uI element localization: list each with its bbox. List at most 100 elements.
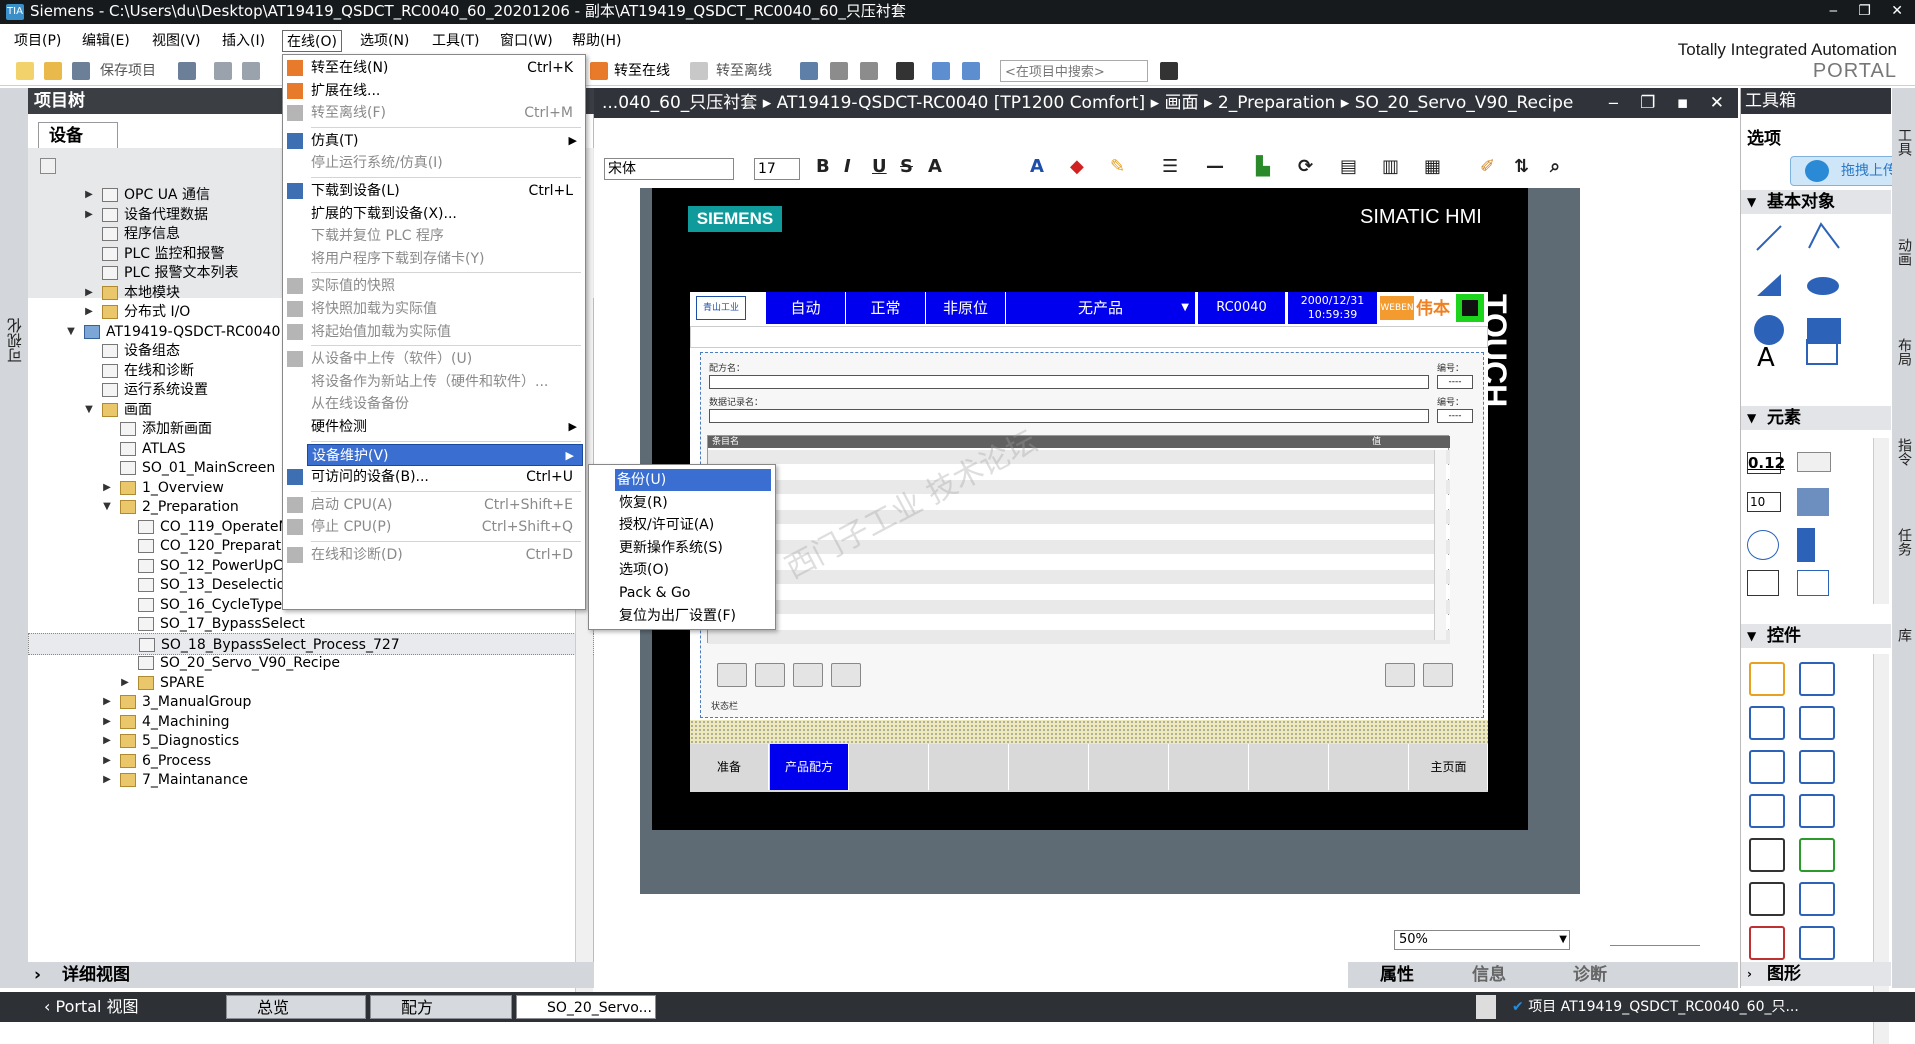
new-record-button[interactable] bbox=[717, 663, 747, 687]
menu-help[interactable]: 帮助(H) bbox=[568, 30, 625, 52]
distribute-icon[interactable]: ▤ bbox=[1340, 156, 1357, 177]
menu-edit[interactable]: 编辑(E) bbox=[78, 30, 134, 52]
cut-icon[interactable] bbox=[214, 62, 232, 80]
nav-empty-button[interactable] bbox=[1010, 744, 1089, 790]
button-tool[interactable] bbox=[1797, 452, 1831, 472]
table-row[interactable] bbox=[708, 585, 1450, 599]
online-menu-item[interactable]: 将用户程序下载到存储卡(Y) bbox=[283, 248, 585, 270]
table-view-tool[interactable] bbox=[1799, 926, 1835, 960]
line-color-icon[interactable]: ✎ bbox=[1110, 156, 1125, 177]
table-row[interactable] bbox=[708, 450, 1450, 464]
elements-scrollbar[interactable] bbox=[1873, 438, 1889, 604]
split-vertical-icon[interactable] bbox=[962, 62, 980, 80]
write-to-plc-button[interactable] bbox=[1423, 663, 1453, 687]
graphic-io-tool[interactable] bbox=[1797, 488, 1829, 516]
task-tab-layout[interactable]: 布局 bbox=[1894, 338, 1914, 366]
go-offline-button[interactable]: 转至离线 bbox=[716, 60, 772, 82]
task-tab-library[interactable]: 库 bbox=[1894, 628, 1914, 642]
zoom-icon[interactable]: ⌕ bbox=[1550, 156, 1560, 177]
search-icon[interactable] bbox=[1160, 62, 1178, 80]
table-row[interactable] bbox=[708, 630, 1450, 644]
zoom-slider[interactable] bbox=[1610, 934, 1700, 946]
table-row[interactable] bbox=[708, 465, 1450, 479]
info-tab[interactable]: 信息 bbox=[1472, 962, 1506, 988]
nav-preparation-button[interactable]: 准备 bbox=[690, 744, 769, 790]
online-menu-item[interactable]: 仿真(T) ▶ bbox=[283, 130, 585, 152]
taskbar-tab-overview[interactable]: 总览 bbox=[226, 995, 366, 1019]
camera-view-tool[interactable] bbox=[1749, 926, 1785, 960]
section-basic-objects[interactable]: ▼ 基本对象 bbox=[1741, 190, 1891, 214]
diagnostics-tab[interactable]: 诊断 bbox=[1573, 962, 1607, 988]
open-project-icon[interactable] bbox=[44, 62, 62, 80]
nav-empty-button[interactable] bbox=[1170, 744, 1249, 790]
f-xy-trend-tool[interactable] bbox=[1799, 794, 1835, 828]
task-tab-animation[interactable]: 动画 bbox=[1894, 238, 1914, 266]
align-icon[interactable]: ▙ bbox=[1256, 156, 1270, 177]
taskbar-tab-screen[interactable]: SO_20_Servo... bbox=[516, 995, 656, 1019]
date-time-tool[interactable] bbox=[1747, 530, 1779, 560]
online-menu-item[interactable]: 实际值的快照 bbox=[283, 275, 585, 297]
alarm-view-tool[interactable] bbox=[1749, 662, 1785, 696]
online-menu-item[interactable]: 在线和诊断(D) Ctrl+D bbox=[283, 544, 585, 566]
online-menu-item[interactable]: 启动 CPU(A) Ctrl+Shift+E bbox=[283, 494, 585, 516]
table-scrollbar[interactable] bbox=[1434, 450, 1446, 640]
project-search-input[interactable]: <在项目中搜索> bbox=[1000, 60, 1148, 82]
nav-empty-button[interactable] bbox=[930, 744, 1009, 790]
properties-tab[interactable]: 属性 bbox=[1380, 962, 1414, 988]
media-player-tool[interactable] bbox=[1799, 838, 1835, 872]
taskbar-tab-recipe[interactable]: 配方 bbox=[370, 995, 512, 1019]
editor-window-controls[interactable]: ‒ ❐ ▪ ✕ bbox=[1608, 88, 1732, 118]
nav-product-recipe-button[interactable]: 产品配方 bbox=[770, 744, 849, 790]
online-menu-item[interactable]: 将起始值加载为实际值 bbox=[283, 321, 585, 343]
cross-reference-icon[interactable] bbox=[896, 62, 914, 80]
status-not-home[interactable]: 非原位 bbox=[926, 292, 1006, 324]
rotate-icon[interactable]: ⟳ bbox=[1298, 156, 1313, 177]
online-menu-item[interactable]: 硬件检测 ▶ bbox=[283, 416, 585, 438]
trend-view-tool[interactable] bbox=[1799, 662, 1835, 696]
switch-tool[interactable] bbox=[1747, 570, 1779, 596]
online-menu-item[interactable]: 停止 CPU(P) Ctrl+Shift+Q bbox=[283, 516, 585, 538]
product-select[interactable]: 无产品 ▼ bbox=[1006, 292, 1196, 324]
record-number-field[interactable]: ---- bbox=[1437, 409, 1473, 423]
menu-online[interactable]: 在线(O) bbox=[282, 30, 342, 52]
maintenance-menu-item[interactable]: 授权/许可证(A) bbox=[617, 514, 769, 536]
task-tab-tasks[interactable]: 任务 bbox=[1894, 528, 1914, 556]
online-menu-item[interactable]: 停止运行系统/仿真(I) bbox=[283, 152, 585, 174]
save-record-button[interactable] bbox=[755, 663, 785, 687]
online-menu-item[interactable]: 扩展在线... bbox=[283, 80, 585, 102]
format-painter-icon[interactable]: ✐ bbox=[1480, 156, 1495, 177]
table-row[interactable] bbox=[708, 480, 1450, 494]
accessible-devices-icon[interactable] bbox=[800, 62, 818, 80]
menu-tools[interactable]: 工具(T) bbox=[428, 30, 483, 52]
fill-color-icon[interactable]: ◆ bbox=[1070, 156, 1084, 177]
section-graphics[interactable]: › 图形 bbox=[1741, 962, 1891, 986]
bold-icon[interactable]: B bbox=[816, 156, 830, 177]
online-menu-item[interactable]: 从在线设备备份 bbox=[283, 393, 585, 415]
stop-cpu-icon[interactable] bbox=[860, 62, 878, 80]
online-menu-item[interactable]: 将设备作为新站上传（硬件和软件）... bbox=[283, 371, 585, 393]
start-cpu-icon[interactable] bbox=[830, 62, 848, 80]
line-width-icon[interactable]: — bbox=[1206, 156, 1224, 177]
symbol-library-tool[interactable] bbox=[1797, 570, 1829, 596]
online-menu-item[interactable]: 从设备中上传（软件）(U) bbox=[283, 348, 585, 370]
nav-empty-button[interactable] bbox=[1330, 744, 1409, 790]
detail-view-bar[interactable]: › 详细视图 bbox=[28, 962, 594, 988]
delete-record-button[interactable] bbox=[793, 663, 823, 687]
maintenance-menu-item[interactable]: 选项(O) bbox=[617, 559, 769, 581]
nav-empty-button[interactable] bbox=[1250, 744, 1329, 790]
italic-icon[interactable]: I bbox=[844, 156, 851, 177]
online-menu-item[interactable]: 下载并复位 PLC 程序 bbox=[283, 225, 585, 247]
table-row[interactable] bbox=[708, 510, 1450, 524]
maintenance-menu-item[interactable]: 复位为出厂设置(F) bbox=[617, 605, 769, 627]
portal-view-button[interactable]: ‹ Portal 视图 bbox=[44, 995, 139, 1019]
pdf-view-tool[interactable] bbox=[1799, 882, 1835, 916]
line-style-icon[interactable]: ☰ bbox=[1162, 156, 1178, 177]
section-elements[interactable]: ▼ 元素 bbox=[1741, 406, 1891, 430]
go-offline-icon[interactable] bbox=[690, 62, 708, 80]
nav-empty-button[interactable] bbox=[850, 744, 929, 790]
print-icon[interactable] bbox=[178, 62, 196, 80]
task-tab-tools[interactable]: 工具 bbox=[1894, 128, 1914, 156]
font-size-select[interactable]: 17 bbox=[754, 158, 800, 180]
save-project-button[interactable]: 保存项目 bbox=[100, 60, 156, 82]
mode-auto[interactable]: 自动 bbox=[766, 292, 846, 324]
